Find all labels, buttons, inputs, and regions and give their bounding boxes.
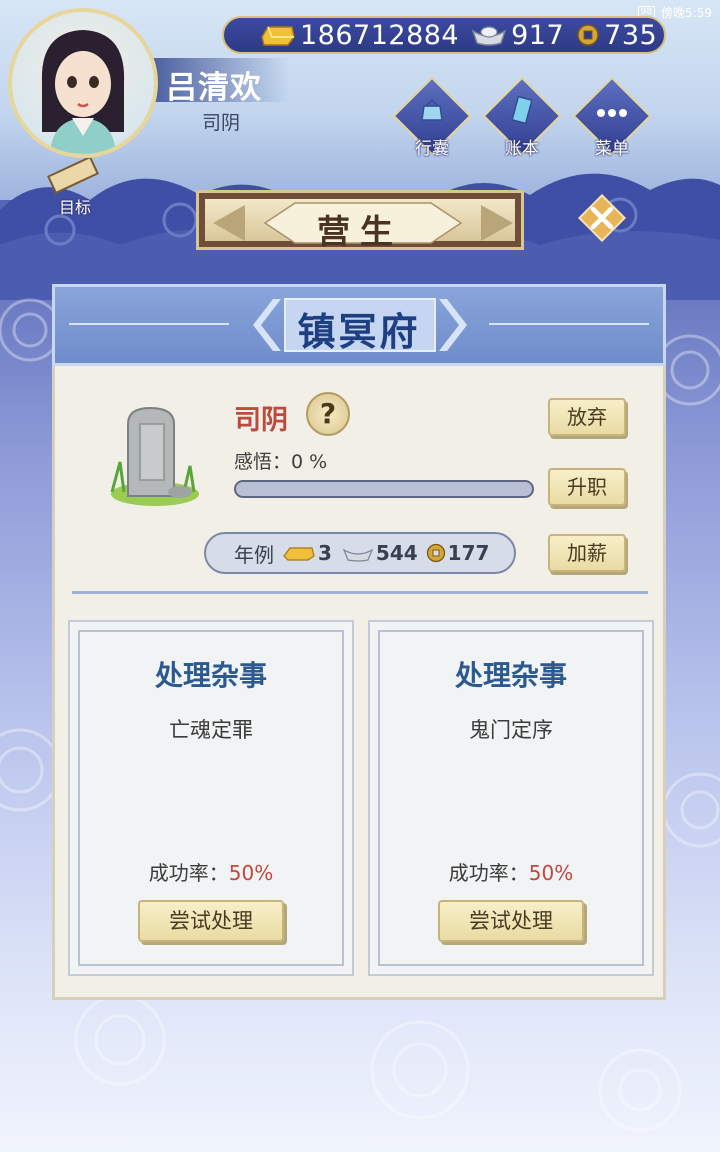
task-description: 鬼门定序 [469,718,553,742]
gold-currency: 186712884 [258,20,459,51]
ledger-label: 账本 [505,139,539,159]
ledger-button[interactable]: 账本 [480,76,564,162]
raise-salary-button[interactable]: 加薪 [548,534,626,572]
panel-divider [72,591,648,594]
status-time: 傍晚5:59 [661,6,712,20]
copper-coin-icon [577,24,599,46]
portrait-image [41,30,125,154]
gold-ingot-icon [261,26,295,46]
more-dots-icon [597,109,627,117]
insight-label-text: 感悟： [234,451,292,473]
copper-coin-icon [426,543,445,563]
success-rate-value: 50% [528,861,574,885]
banner-title: 营生 [317,212,403,251]
question-icon: ? [319,397,337,430]
task-success-rate: 成功率：50% [70,857,352,886]
silver-ingot-icon [471,26,507,46]
player-title: 司阴 [202,112,241,134]
abandon-button[interactable]: 放弃 [548,398,626,436]
scroll-icon [47,155,99,195]
salary-label: 年例 [234,542,274,567]
task-title: 处理杂事 [154,659,267,692]
silver-ingot-icon [342,548,374,562]
task-description: 亡魂定罪 [169,718,253,742]
section-banner: 营生 [196,190,524,251]
bag-label: 行囊 [415,139,449,159]
insight-value: 0 % [291,451,328,473]
salary-coins: 177 [447,541,490,565]
task-success-rate: 成功率：50% [370,857,652,886]
success-rate-label: 成功率： [448,861,529,885]
coin-currency: 735 [576,20,657,51]
insight-label: 感悟：0 % [234,447,327,474]
promote-button[interactable]: 升职 [548,468,626,506]
menu-label: 菜单 [595,139,629,159]
panel-header: 镇冥府 [52,284,666,366]
coin-amount: 735 [604,19,658,51]
bag-button[interactable]: 行囊 [390,76,474,162]
tombstone-icon [110,406,199,506]
help-button[interactable]: ? [306,392,350,436]
success-rate-label: 成功率： [148,861,229,885]
player-avatar[interactable] [8,8,158,158]
task-card: 处理杂事 亡魂定罪 成功率：50% 尝试处理 [68,620,354,976]
panel-title: 镇冥府 [297,310,421,354]
gold-amount: 186712884 [300,19,460,51]
silver-amount: 917 [511,19,565,51]
office-title: 司阴 [234,405,288,436]
banner-inner: 营生 [205,199,515,251]
pouch-icon [421,98,443,121]
goal-label: 目标 [58,198,91,217]
currency-bar: 186712884 917 735 [222,16,666,54]
success-rate-value: 50% [228,861,274,885]
try-handle-button[interactable]: 尝试处理 [138,900,284,942]
annual-salary: 年例 3 544 177 [204,532,516,574]
close-button[interactable] [578,194,626,242]
gold-ingot-icon [283,547,315,561]
insight-progress-bar [234,480,534,498]
player-name: 吕清欢 [166,70,262,106]
task-title: 处理杂事 [454,659,567,692]
salary-silver: 544 [375,541,418,565]
menu-button[interactable]: 菜单 [570,76,654,162]
book-icon [511,96,533,125]
try-handle-button[interactable]: 尝试处理 [438,900,584,942]
task-card: 处理杂事 鬼门定序 成功率：50% 尝试处理 [368,620,654,976]
salary-gold: 3 [318,541,332,565]
silver-currency: 917 [471,20,564,51]
